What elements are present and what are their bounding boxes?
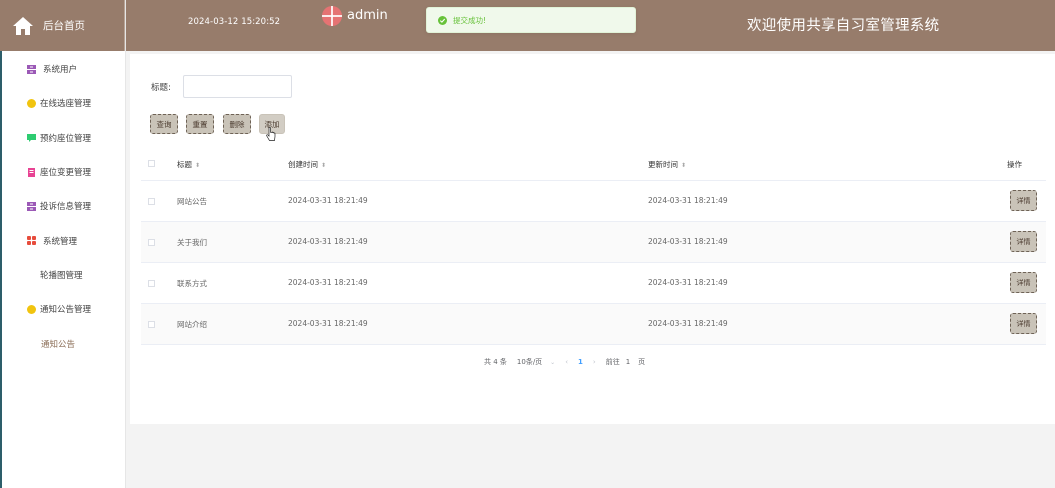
sidebar-item-label: 在线选座管理 [40, 99, 92, 110]
chat-icon [26, 132, 37, 143]
row-updated: 2024-03-31 18:21:49 [648, 237, 728, 246]
sidebar-home-label: 后台首页 [43, 20, 85, 32]
sidebar: 后台首页 系统用户 在线选座管理 预约座位管理 座位变更管理 投诉信息管理 系统… [0, 0, 126, 488]
sidebar-item-system-management[interactable]: 系统管理 [0, 223, 125, 257]
column-header-operation: 操作 [1007, 160, 1022, 169]
sidebar-item-notice-management[interactable]: 通知公告管理 [0, 292, 125, 326]
pagination: 共 4 条 10条/页 ⌄ ‹ 1 › 前往 1 页 [484, 356, 655, 368]
row-title: 网站介绍 [177, 320, 207, 329]
table-row: 联系方式 2024-03-31 18:21:49 2024-03-31 18:2… [141, 263, 1046, 304]
sidebar-item-label: 系统管理 [43, 236, 78, 247]
goto-page-input[interactable]: 1 [626, 358, 630, 366]
sidebar-item-label: 通知公告管理 [40, 305, 92, 316]
sidebar-item-online-seat[interactable]: 在线选座管理 [0, 86, 125, 120]
detail-button[interactable]: 详情 [1010, 313, 1037, 334]
row-updated: 2024-03-31 18:21:49 [648, 196, 728, 205]
sidebar-item-label: 轮播图管理 [40, 270, 83, 281]
page-size-select[interactable]: 10条/页 ⌄ [517, 357, 555, 367]
sidebar-item-label: 系统用户 [43, 65, 78, 76]
column-header-created[interactable]: 创建时间 ⬍ [288, 159, 326, 170]
table-row: 网站公告 2024-03-31 18:21:49 2024-03-31 18:2… [141, 181, 1046, 222]
row-updated: 2024-03-31 18:21:49 [648, 319, 728, 328]
sidebar-item-notice[interactable]: 通知公告 [0, 326, 125, 360]
sidebar-item-system-users[interactable]: 系统用户 [0, 52, 125, 86]
page-size-value: 10条/页 [516, 358, 543, 366]
page-suffix: 页 [638, 358, 646, 366]
row-updated: 2024-03-31 18:21:49 [648, 278, 728, 287]
row-title: 网站公告 [177, 197, 207, 206]
sidebar-menu: 系统用户 在线选座管理 预约座位管理 座位变更管理 投诉信息管理 系统管理 轮播… [0, 51, 125, 361]
sidebar-item-seat-change[interactable]: 座位变更管理 [0, 155, 125, 189]
user-box-icon [26, 201, 37, 212]
search-title-input[interactable] [183, 75, 292, 98]
query-button[interactable]: 查询 [150, 114, 178, 134]
current-page[interactable]: 1 [578, 358, 583, 366]
column-header-updated[interactable]: 更新时间 ⬍ [648, 159, 686, 170]
sidebar-item-label: 预约座位管理 [40, 133, 92, 144]
grid-icon [26, 235, 37, 246]
circle-icon [26, 304, 37, 315]
reset-button[interactable]: 重置 [186, 114, 214, 134]
hand-cursor-icon [266, 127, 276, 143]
chevron-down-icon: ⌄ [550, 358, 556, 366]
row-checkbox[interactable] [148, 239, 155, 246]
delete-button[interactable]: 删除 [223, 114, 251, 134]
table-header: 标题 ⬍ 创建时间 ⬍ 更新时间 ⬍ 操作 [141, 147, 1046, 181]
current-user-name[interactable]: admin [347, 8, 388, 23]
user-box-icon [26, 64, 37, 75]
home-icon [12, 16, 34, 36]
select-all-checkbox[interactable] [148, 160, 155, 167]
sidebar-item-reservation[interactable]: 预约座位管理 [0, 121, 125, 155]
next-page-icon[interactable]: › [593, 358, 596, 366]
table-row: 网站介绍 2024-03-31 18:21:49 2024-03-31 18:2… [141, 304, 1046, 345]
sidebar-home-link[interactable]: 后台首页 [0, 0, 125, 51]
sidebar-item-complaints[interactable]: 投诉信息管理 [0, 189, 125, 223]
success-check-icon [438, 15, 447, 25]
sidebar-item-label: 通知公告 [41, 339, 76, 350]
notice-table: 标题 ⬍ 创建时间 ⬍ 更新时间 ⬍ 操作 网站公告 2024-03-31 18:21… [141, 147, 1046, 345]
row-checkbox[interactable] [148, 321, 155, 328]
avatar-icon[interactable] [322, 6, 342, 26]
search-title-label: 标题: [151, 83, 171, 93]
sidebar-edge [0, 51, 2, 488]
main-content: 标题: 查询 重置 删除 添加 标题 ⬍ 创建时间 ⬍ 更新时间 ⬍ 操作 网站公告 … [130, 54, 1055, 424]
sidebar-item-label: 座位变更管理 [40, 168, 92, 179]
row-checkbox[interactable] [148, 198, 155, 205]
goto-label: 前往 [605, 358, 620, 366]
toast-message: 提交成功! [453, 15, 487, 25]
prev-page-icon[interactable]: ‹ [565, 358, 568, 366]
sort-icon[interactable]: ⬍ [195, 162, 200, 169]
detail-button[interactable]: 详情 [1010, 190, 1037, 211]
sidebar-item-label: 投诉信息管理 [40, 202, 92, 213]
row-title: 联系方式 [177, 279, 207, 288]
table-row: 关于我们 2024-03-31 18:21:49 2024-03-31 18:2… [141, 222, 1046, 263]
row-created: 2024-03-31 18:21:49 [288, 278, 368, 287]
row-created: 2024-03-31 18:21:49 [288, 196, 368, 205]
sidebar-item-carousel[interactable]: 轮播图管理 [0, 258, 125, 292]
column-header-title[interactable]: 标题 ⬍ [177, 159, 200, 170]
success-toast: 提交成功! [426, 7, 636, 33]
pagination-total: 共 4 条 [484, 358, 507, 366]
current-time: 2024-03-12 15:20:52 [188, 17, 281, 27]
sort-icon[interactable]: ⬍ [321, 162, 326, 169]
row-title: 关于我们 [177, 238, 207, 247]
system-title: 欢迎使用共享自习室管理系统 [747, 18, 940, 34]
detail-button[interactable]: 详情 [1010, 231, 1037, 252]
detail-button[interactable]: 详情 [1010, 272, 1037, 293]
row-created: 2024-03-31 18:21:49 [288, 237, 368, 246]
document-icon [26, 167, 37, 178]
row-created: 2024-03-31 18:21:49 [288, 319, 368, 328]
sort-icon[interactable]: ⬍ [681, 162, 686, 169]
row-checkbox[interactable] [148, 280, 155, 287]
circle-icon [26, 98, 37, 109]
